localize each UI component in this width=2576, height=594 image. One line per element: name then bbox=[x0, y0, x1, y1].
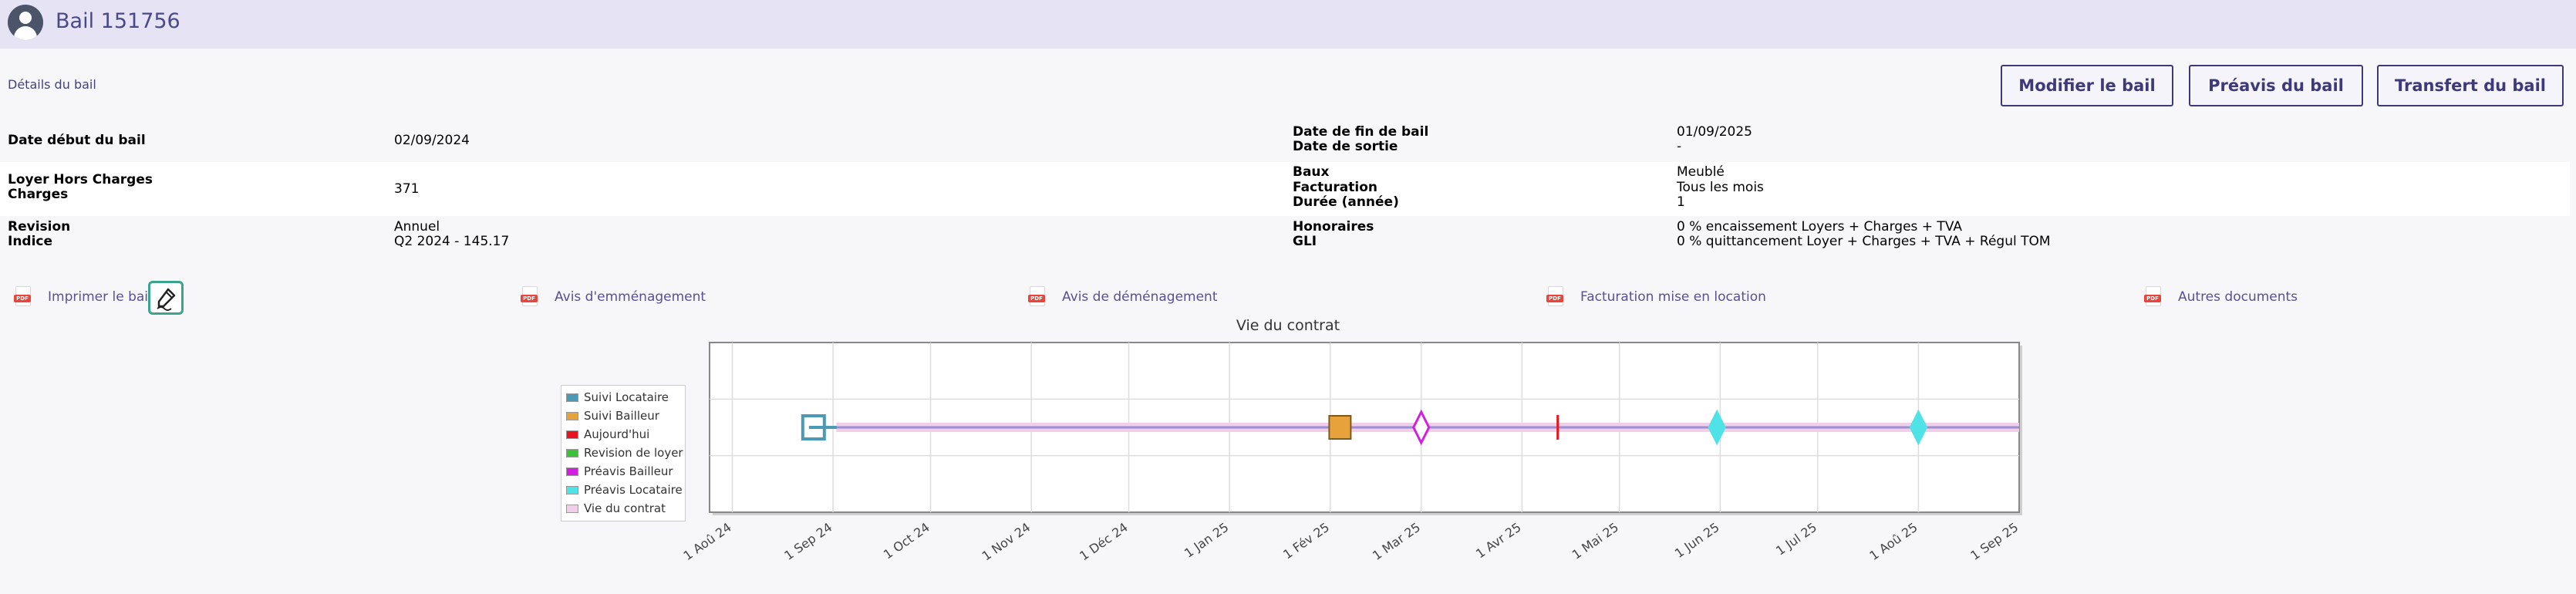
billing-doc-label: Facturation mise en location bbox=[1580, 289, 1766, 305]
move-in-notice-link[interactable]: PDF Avis d'emménagement bbox=[521, 286, 706, 308]
end-date-value: 01/09/2025 bbox=[1677, 124, 1752, 140]
x-tick-label: 1 Sep 25 bbox=[1967, 520, 2021, 563]
exit-date-label: Date de sortie bbox=[1293, 139, 1398, 154]
avatar-body bbox=[14, 26, 37, 40]
other-documents-link[interactable]: PDF Autres documents bbox=[2144, 286, 2298, 308]
legend-item-vie-du-contrat[interactable]: Vie du contrat bbox=[561, 499, 685, 518]
page-title: Bail 151756 bbox=[56, 9, 180, 33]
duration-label: Durée (année) bbox=[1293, 194, 1399, 210]
lease-transfer-button[interactable]: Transfert du bail bbox=[2377, 65, 2564, 106]
pdf-icon: PDF bbox=[2144, 286, 2163, 308]
x-tick-label: 1 Sep 24 bbox=[781, 520, 835, 563]
revision-value: Annuel bbox=[394, 219, 440, 235]
x-tick-label: 1 Aoû 24 bbox=[680, 520, 733, 563]
avatar[interactable] bbox=[8, 5, 43, 40]
duration-value: 1 bbox=[1677, 194, 1685, 210]
legend-item-aujourd-hui[interactable]: Aujourd'hui bbox=[561, 425, 685, 444]
legend-label: Suivi Bailleur bbox=[584, 409, 659, 423]
billing-doc-link[interactable]: PDF Facturation mise en location bbox=[1546, 286, 1766, 308]
index-label: Indice bbox=[8, 234, 53, 249]
legend-item-preavis-locataire[interactable]: Préavis Locataire bbox=[561, 481, 685, 499]
other-documents-label: Autres documents bbox=[2178, 289, 2298, 305]
x-tick-label: 1 Mar 25 bbox=[1370, 520, 1423, 563]
x-tick-label: 1 Jul 25 bbox=[1773, 520, 1819, 559]
x-tick-label: 1 Nov 24 bbox=[979, 520, 1033, 564]
legend-label: Revision de loyer bbox=[584, 446, 683, 460]
fees-label: Honoraires bbox=[1293, 219, 1374, 235]
legend-swatch bbox=[566, 504, 578, 513]
fees-value: 0 % encaissement Loyers + Charges + TVA bbox=[1677, 219, 1962, 235]
end-date-label: Date de fin de bail bbox=[1293, 124, 1429, 140]
legend-item-revision-de-loyer[interactable]: Revision de loyer bbox=[561, 444, 685, 462]
details-title: Détails du bail bbox=[8, 77, 96, 92]
print-lease-label: Imprimer le bail bbox=[48, 289, 152, 305]
legend-swatch bbox=[566, 411, 578, 420]
chart-legend: Suivi Locataire Suivi Bailleur Aujourd'hui… bbox=[561, 385, 686, 521]
x-tick-label: 1 Déc 24 bbox=[1077, 520, 1131, 564]
legend-label: Préavis Bailleur bbox=[584, 464, 673, 478]
legend-swatch bbox=[566, 485, 578, 494]
pdf-icon: PDF bbox=[1546, 286, 1565, 308]
legend-item-suivi-bailleur[interactable]: Suivi Bailleur bbox=[561, 407, 685, 425]
billing-label: Facturation bbox=[1293, 180, 1377, 195]
rent-label: Loyer Hors Charges bbox=[8, 172, 153, 187]
pdf-icon: PDF bbox=[521, 286, 539, 308]
legend-item-preavis-bailleur[interactable]: Préavis Bailleur bbox=[561, 462, 685, 481]
x-tick-label: 1 Aoû 25 bbox=[1866, 520, 1920, 563]
x-tick-label: 1 Jan 25 bbox=[1182, 520, 1231, 561]
legend-label: Préavis Locataire bbox=[584, 483, 683, 497]
timeline-chart: 1 Aoû 24 1 Sep 24 1 Oct 24 1 Nov 24 1 Déc 24… bbox=[680, 342, 2022, 564]
legend-swatch bbox=[566, 467, 578, 476]
legend-label: Vie du contrat bbox=[584, 501, 666, 515]
x-tick-label: 1 Oct 24 bbox=[881, 520, 932, 562]
gli-label: GLI bbox=[1293, 234, 1317, 249]
move-out-notice-label: Avis de déménagement bbox=[1062, 289, 1218, 305]
start-date-value: 02/09/2024 bbox=[394, 133, 470, 148]
index-value: Q2 2024 - 145.17 bbox=[394, 234, 510, 249]
move-out-notice-link[interactable]: PDF Avis de déménagement bbox=[1028, 286, 1218, 308]
marker-suivi-bailleur bbox=[1328, 415, 1352, 440]
avatar-head bbox=[19, 12, 32, 24]
charges-label: Charges bbox=[8, 187, 69, 202]
legend-swatch bbox=[566, 430, 578, 439]
lease-type-value: Meublé bbox=[1677, 164, 1725, 180]
sign-lease-button[interactable] bbox=[148, 281, 184, 315]
rent-value: 371 bbox=[394, 181, 420, 197]
move-in-notice-label: Avis d'emménagement bbox=[555, 289, 706, 305]
modify-lease-button[interactable]: Modifier le bail bbox=[2001, 65, 2173, 106]
x-tick-label: 1 Mai 25 bbox=[1570, 520, 1621, 562]
legend-swatch bbox=[566, 393, 578, 402]
gli-value: 0 % quittancement Loyer + Charges + TVA … bbox=[1677, 234, 2051, 249]
print-lease-link[interactable]: PDF Imprimer le bail bbox=[14, 286, 152, 308]
header-bar: Bail 151756 bbox=[0, 0, 2576, 49]
x-tick-label: 1 Jun 25 bbox=[1672, 520, 1722, 561]
billing-value: Tous les mois bbox=[1677, 180, 1764, 195]
legend-item-suivi-locataire[interactable]: Suivi Locataire bbox=[561, 388, 685, 407]
revision-label: Revision bbox=[8, 219, 71, 235]
x-tick-label: 1 Fév 25 bbox=[1280, 520, 1332, 562]
exit-date-value: - bbox=[1677, 139, 1682, 154]
legend-label: Suivi Locataire bbox=[584, 390, 669, 404]
lease-row-band bbox=[0, 162, 2570, 216]
pdf-icon: PDF bbox=[14, 286, 32, 308]
pen-sign-icon bbox=[157, 288, 176, 311]
lease-notice-button[interactable]: Préavis du bail bbox=[2189, 65, 2363, 106]
pdf-icon: PDF bbox=[1028, 286, 1047, 308]
legend-swatch bbox=[566, 448, 578, 457]
start-date-label: Date début du bail bbox=[8, 133, 146, 148]
x-tick-label: 1 Avr 25 bbox=[1473, 520, 1524, 562]
lease-type-label: Baux bbox=[1293, 164, 1330, 180]
legend-label: Aujourd'hui bbox=[584, 427, 650, 441]
